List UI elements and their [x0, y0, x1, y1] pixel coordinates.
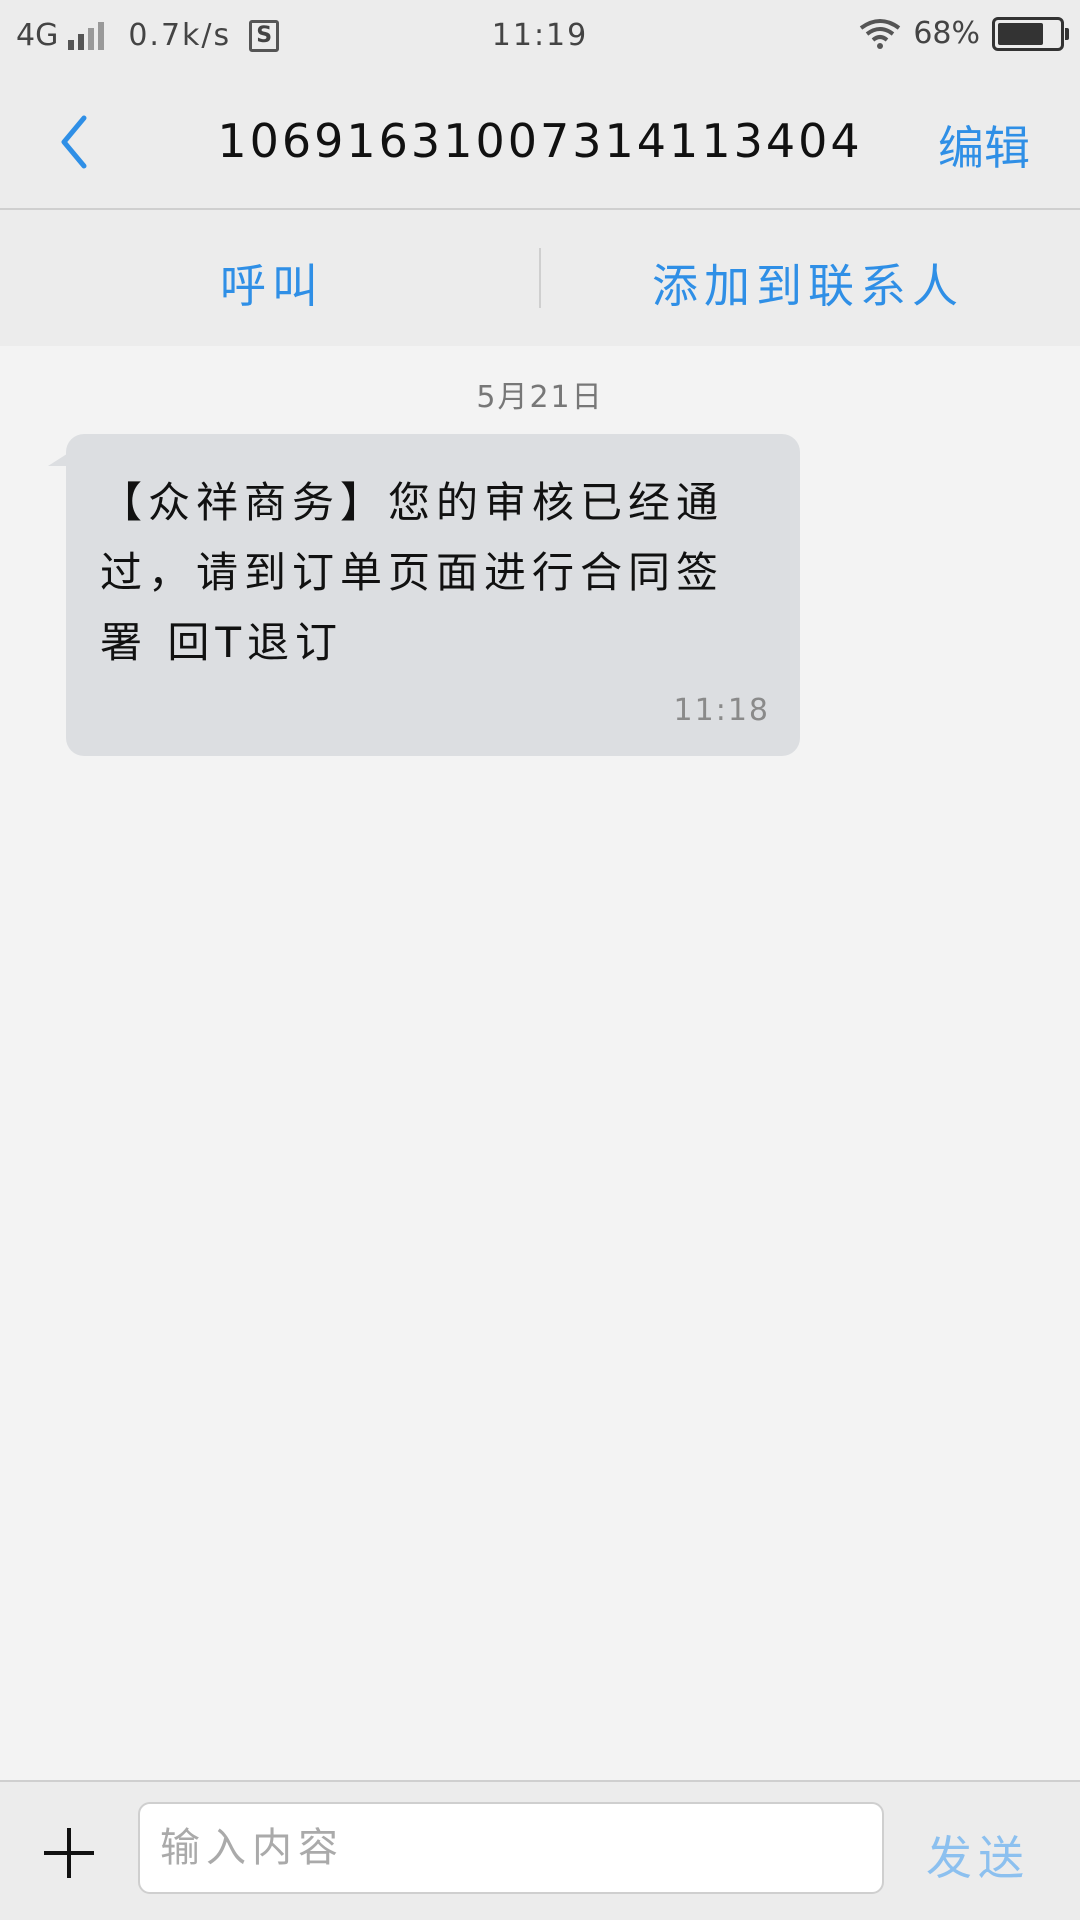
date-separator: 5月21日 [476, 380, 604, 415]
battery-level [998, 22, 1043, 45]
send-button[interactable]: 发送 [926, 1822, 1030, 1888]
contact-number-title: 10691631007314113404 [217, 114, 863, 168]
battery-icon [992, 16, 1069, 51]
message-text: 【众祥商务】您的审核已经通过，请到订单页面进行合同签署 回T退订 [100, 478, 725, 667]
add-to-contacts-button[interactable]: 添加到联系人 [652, 250, 964, 316]
plus-icon[interactable] [40, 1824, 98, 1882]
status-bar: 4G 0.7k/s S 11:19 68% [0, 0, 1080, 76]
contact-actions: 呼叫 添加到联系人 [0, 210, 1080, 346]
wifi-icon [860, 18, 901, 49]
message-input[interactable] [138, 1802, 884, 1894]
actions-divider [539, 248, 541, 308]
message-time: 11:18 [673, 693, 770, 728]
conversation-header: 10691631007314113404 编辑 [0, 76, 1080, 210]
message-bubble[interactable]: 【众祥商务】您的审核已经通过，请到订单页面进行合同签署 回T退订 11:18 [48, 434, 800, 756]
edit-button[interactable]: 编辑 [938, 112, 1030, 178]
status-right: 68% [859, 16, 1069, 51]
battery-percent: 68% [913, 16, 980, 51]
call-button[interactable]: 呼叫 [220, 250, 324, 316]
compose-bar: 发送 [0, 1780, 1080, 1920]
